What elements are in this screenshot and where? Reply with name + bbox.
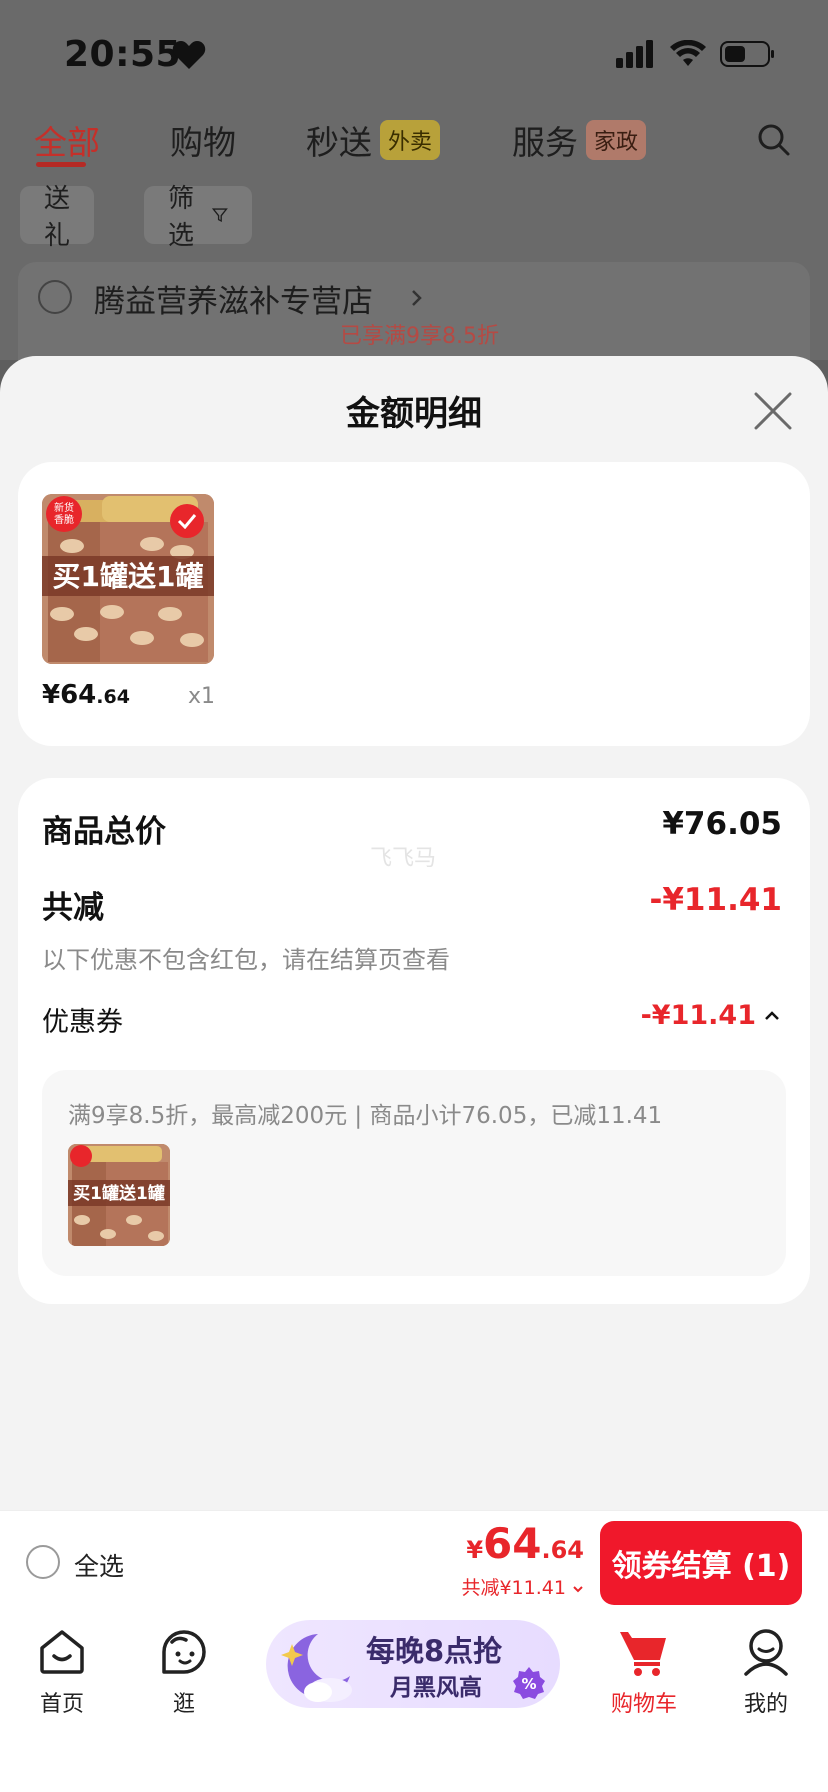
watermark-text: 飞飞马 <box>370 846 437 871</box>
product-price: ¥64.64 <box>42 680 130 710</box>
product-card: 买1罐送1罐 新货 香脆 ¥64.64 x1 <box>18 462 810 746</box>
top-tabs: 全部 购物 秒送 外卖 服务 家政 <box>0 110 828 172</box>
store-select-radio[interactable] <box>38 280 72 314</box>
checkout-discount: 共减¥11.41 <box>461 1577 566 1599</box>
coupon-product-image: 买1罐送1罐 <box>68 1144 170 1246</box>
checkout-bar: 全选 ¥64.64 共减¥11.41 领券结算 (1) <box>0 1510 828 1612</box>
chevron-up-icon <box>765 1010 779 1020</box>
tab-active-indicator <box>36 162 86 167</box>
nav-mine-label: 我的 <box>743 1692 788 1717</box>
nav-home[interactable]: 首页 <box>12 1626 112 1718</box>
status-bar: 20:55 <box>0 0 828 105</box>
svg-text:香脆: 香脆 <box>54 513 74 526</box>
store-discount-text: 已享满9享8.5折 <box>340 324 499 349</box>
product-image[interactable]: 买1罐送1罐 新货 香脆 <box>42 494 214 664</box>
percent-badge-icon: % <box>513 1667 545 1699</box>
filter-chip-label: 送礼 <box>44 184 71 251</box>
chevron-down-icon <box>573 1586 583 1593</box>
status-icons <box>616 40 776 68</box>
checkout-discount-toggle[interactable]: 共减¥11.41 <box>461 1573 584 1600</box>
tab-service-badge: 家政 <box>586 120 647 160</box>
svg-text:%: % <box>521 1675 536 1693</box>
svg-text:新货: 新货 <box>54 501 74 514</box>
selected-check-icon[interactable] <box>170 504 204 538</box>
coupon-toggle[interactable]: -¥11.41 <box>641 1000 780 1031</box>
funnel-icon <box>212 208 229 222</box>
battery-icon <box>720 41 774 67</box>
signal-icon <box>616 40 653 68</box>
nav-cart-label: 购物车 <box>610 1692 677 1717</box>
close-icon[interactable] <box>752 390 794 432</box>
discount-label: 共减 <box>42 890 104 926</box>
nav-mine[interactable]: 我的 <box>716 1626 816 1718</box>
coupon-value: -¥11.41 <box>640 1000 756 1031</box>
nav-home-label: 首页 <box>39 1692 84 1717</box>
home-icon <box>40 1630 84 1674</box>
chevron-right-icon <box>412 290 422 306</box>
filter-chip-gift[interactable]: 送礼 <box>20 184 95 251</box>
cart-icon <box>620 1632 666 1676</box>
profile-icon <box>744 1629 788 1676</box>
heart-icon <box>172 41 206 69</box>
coupon-description: 满9享8.5折，最高减200元 | 商品小计76.05，已减11.41 <box>68 1103 663 1129</box>
background-page: 20:55 全部 购物 秒送 外卖 服务 家政 送礼 筛选 腾益营养滋补专营店 … <box>0 0 828 362</box>
promo-banner[interactable]: 每晚8点抢 月黑风高 % <box>266 1620 560 1708</box>
moon-icon <box>281 1634 352 1702</box>
discount-value: -¥11.41 <box>649 882 783 918</box>
total-price-label: 商品总价 <box>42 814 166 850</box>
sheet-title: 金额明细 <box>346 394 482 434</box>
browse-icon <box>162 1630 206 1674</box>
checkout-button[interactable]: 领券结算 (1) <box>600 1521 802 1605</box>
checkout-total-price: ¥64.64 <box>466 1519 584 1568</box>
coupon-detail-box: 满9享8.5折，最高减200元 | 商品小计76.05，已减11.41 买1罐送… <box>42 1070 786 1276</box>
nav-cart[interactable]: 购物车 <box>594 1626 694 1718</box>
select-all-radio[interactable] <box>26 1545 60 1579</box>
promo-subtitle: 月黑风高 <box>390 1675 482 1701</box>
tab-all[interactable]: 全部 <box>34 116 100 164</box>
status-time: 20:55 <box>64 34 182 75</box>
filter-chip-filter[interactable]: 筛选 <box>144 184 253 251</box>
select-all-label[interactable]: 全选 <box>74 1547 124 1583</box>
wifi-icon <box>670 40 706 66</box>
bottom-nav: 首页 逛 每晚8点抢 月黑风高 % 购物车 我的 <box>0 1612 828 1792</box>
coupon-product-photo: 买1罐送1罐 <box>68 1144 170 1246</box>
discount-hint: 以下优惠不包含红包，请在结算页查看 <box>42 946 450 974</box>
product-quantity: x1 <box>188 684 216 709</box>
search-icon[interactable] <box>756 122 792 158</box>
promo-title: 每晚8点抢 <box>366 1634 503 1668</box>
tab-express[interactable]: 秒送 <box>306 116 372 164</box>
store-name[interactable]: 腾益营养滋补专营店 <box>94 276 373 321</box>
coupon-image-text: 买1罐送1罐 <box>73 1183 165 1204</box>
coupon-label: 优惠券 <box>42 1007 123 1038</box>
amount-detail-card: 飞飞马 商品总价 ¥76.05 共减 -¥11.41 以下优惠不包含红包，请在结… <box>18 778 810 1304</box>
nav-browse[interactable]: 逛 <box>134 1626 234 1718</box>
tab-service[interactable]: 服务 <box>512 116 578 164</box>
total-price-value: ¥76.05 <box>662 806 782 842</box>
nav-browse-label: 逛 <box>172 1692 195 1717</box>
tab-shopping[interactable]: 购物 <box>170 116 236 164</box>
store-row: 腾益营养滋补专营店 已享满9享8.5折 <box>18 262 810 362</box>
product-image-text: 买1罐送1罐 <box>53 560 204 593</box>
filter-chip-label: 筛选 <box>168 184 195 251</box>
tab-express-badge: 外卖 <box>380 120 441 160</box>
